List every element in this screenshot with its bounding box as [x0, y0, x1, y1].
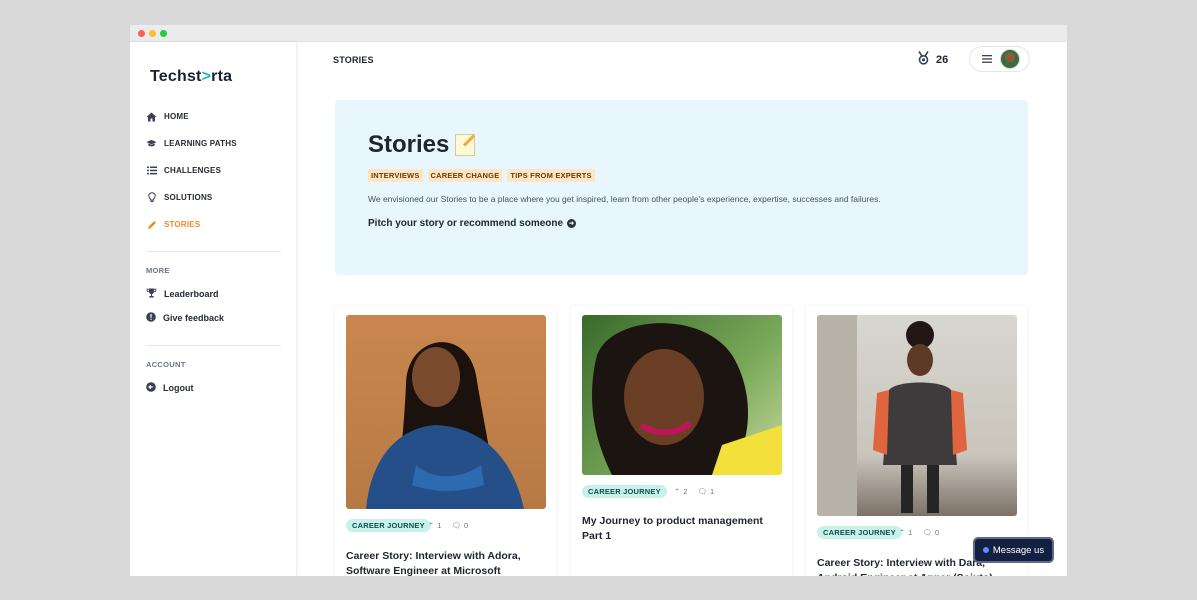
- comment-icon: 🗨: [451, 521, 461, 530]
- message-us-button[interactable]: Message us: [973, 537, 1054, 563]
- logout-icon: [146, 382, 156, 394]
- minimize-window-button[interactable]: [149, 30, 156, 37]
- upvote-icon: ⌃: [674, 487, 681, 496]
- pitch-story-link[interactable]: Pitch your story or recommend someone ➜: [368, 218, 577, 229]
- stories-hero-banner: Stories INTERVIEWS CAREER CHANGE TIPS FR…: [335, 100, 1028, 275]
- story-meta: ⌃ 2 🗨 1: [674, 487, 714, 496]
- sidebar-item-label: Give feedback: [163, 313, 225, 323]
- browser-window: Techst>rta HOME LEARNING PATHS CHALLENGE…: [130, 25, 1067, 576]
- sidebar-divider: [146, 251, 281, 252]
- sidebar-item-give-feedback[interactable]: Give feedback: [146, 312, 224, 324]
- tag-tips-from-experts[interactable]: TIPS FROM EXPERTS: [507, 169, 595, 182]
- upvote-count[interactable]: ⌃ 1: [428, 521, 441, 530]
- story-title[interactable]: My Journey to product management Part 1: [582, 514, 782, 544]
- hero-heading: Stories: [368, 131, 476, 159]
- hero-tag-list: INTERVIEWS CAREER CHANGE TIPS FROM EXPER…: [368, 169, 595, 182]
- upvote-count[interactable]: ⌃ 1: [899, 528, 912, 537]
- upvote-count[interactable]: ⌃ 2: [674, 487, 687, 496]
- memo-icon: [455, 134, 476, 156]
- sidebar-item-challenges[interactable]: CHALLENGES: [146, 165, 221, 176]
- exclamation-icon: [146, 312, 156, 324]
- sidebar-item-label: Leaderboard: [164, 289, 219, 299]
- sidebar-item-stories[interactable]: STORIES: [146, 219, 200, 230]
- story-photo: [582, 315, 782, 475]
- hero-description: We envisioned our Stories to be a place …: [368, 194, 881, 204]
- sidebar-item-label: HOME: [164, 112, 189, 121]
- logo-text-start: Techst: [150, 68, 202, 85]
- sidebar-section-account: ACCOUNT: [146, 360, 186, 369]
- lightbulb-icon: [146, 192, 157, 203]
- comment-count[interactable]: 🗨 0: [922, 528, 939, 537]
- story-meta: ⌃ 1 🗨 0: [899, 528, 939, 537]
- window-titlebar: [130, 25, 1067, 42]
- comment-value: 0: [464, 521, 469, 530]
- category-chip[interactable]: CAREER JOURNEY: [582, 485, 667, 498]
- pitch-story-label: Pitch your story or recommend someone: [368, 218, 564, 229]
- sidebar-item-label: LEARNING PATHS: [164, 139, 237, 148]
- comment-count[interactable]: 🗨 0: [451, 521, 468, 530]
- story-photo: [346, 315, 546, 509]
- tag-career-change[interactable]: CAREER CHANGE: [427, 169, 503, 182]
- page-title: STORIES: [333, 55, 374, 65]
- chat-status-icon: [982, 547, 989, 553]
- points-value: 26: [936, 53, 949, 66]
- user-menu-button[interactable]: [969, 46, 1030, 72]
- comment-count[interactable]: 🗨 1: [697, 487, 714, 496]
- category-chip[interactable]: CAREER JOURNEY: [346, 519, 431, 532]
- hamburger-menu-icon: [982, 50, 992, 68]
- story-card[interactable]: CAREER JOURNEY ⌃ 1 🗨 0 Career Story: Inter…: [335, 306, 556, 576]
- story-meta: ⌃ 1 🗨 0: [428, 521, 468, 530]
- story-card[interactable]: CAREER JOURNEY ⌃ 2 🗨 1 My Journey to produ…: [571, 306, 792, 576]
- medal-icon: [917, 51, 930, 68]
- story-photo: [817, 315, 1017, 516]
- comment-value: 0: [935, 528, 940, 537]
- sidebar-item-leaderboard[interactable]: Leaderboard: [146, 288, 219, 300]
- points-counter[interactable]: 26: [917, 51, 948, 68]
- tag-interviews[interactable]: INTERVIEWS: [368, 169, 423, 182]
- sidebar-item-logout[interactable]: Logout: [146, 382, 194, 394]
- home-icon: [146, 111, 157, 122]
- upvote-icon: ⌃: [899, 528, 906, 537]
- sidebar-item-solutions[interactable]: SOLUTIONS: [146, 192, 212, 203]
- logo-text-end: rta: [211, 68, 233, 85]
- upvote-icon: ⌃: [428, 521, 435, 530]
- sidebar-item-label: Logout: [163, 383, 194, 393]
- maximize-window-button[interactable]: [160, 30, 167, 37]
- logo-arrow: >: [201, 68, 212, 85]
- story-title[interactable]: Career Story: Interview with Adora, Soft…: [346, 549, 546, 576]
- message-us-label: Message us: [992, 544, 1045, 556]
- graduation-cap-icon: [146, 138, 157, 149]
- sidebar-section-more: MORE: [146, 266, 170, 275]
- comment-icon: 🗨: [697, 487, 707, 496]
- list-icon: [146, 165, 157, 176]
- app-logo[interactable]: Techst>rta: [150, 68, 232, 86]
- story-card[interactable]: CAREER JOURNEY ⌃ 1 🗨 0 Career Story: Inter…: [806, 306, 1027, 576]
- upvote-value: 2: [683, 487, 688, 496]
- close-window-button[interactable]: [138, 30, 145, 37]
- hero-title-text: Stories: [368, 131, 450, 158]
- comment-icon: 🗨: [922, 528, 932, 537]
- sidebar-divider: [146, 345, 281, 346]
- trophy-icon: [146, 288, 157, 300]
- upvote-value: 1: [437, 521, 442, 530]
- sidebar-item-home[interactable]: HOME: [146, 111, 189, 122]
- avatar: [1000, 49, 1020, 69]
- comment-value: 1: [710, 487, 715, 496]
- arrow-circle-icon: ➜: [567, 219, 577, 228]
- pencil-icon: [146, 219, 157, 230]
- sidebar-item-label: CHALLENGES: [164, 166, 222, 175]
- sidebar-item-label: STORIES: [164, 220, 201, 229]
- upvote-value: 1: [908, 528, 913, 537]
- sidebar-item-label: SOLUTIONS: [164, 193, 213, 202]
- category-chip[interactable]: CAREER JOURNEY: [817, 526, 902, 539]
- sidebar-item-learning-paths[interactable]: LEARNING PATHS: [146, 138, 237, 149]
- sidebar: Techst>rta HOME LEARNING PATHS CHALLENGE…: [130, 42, 297, 576]
